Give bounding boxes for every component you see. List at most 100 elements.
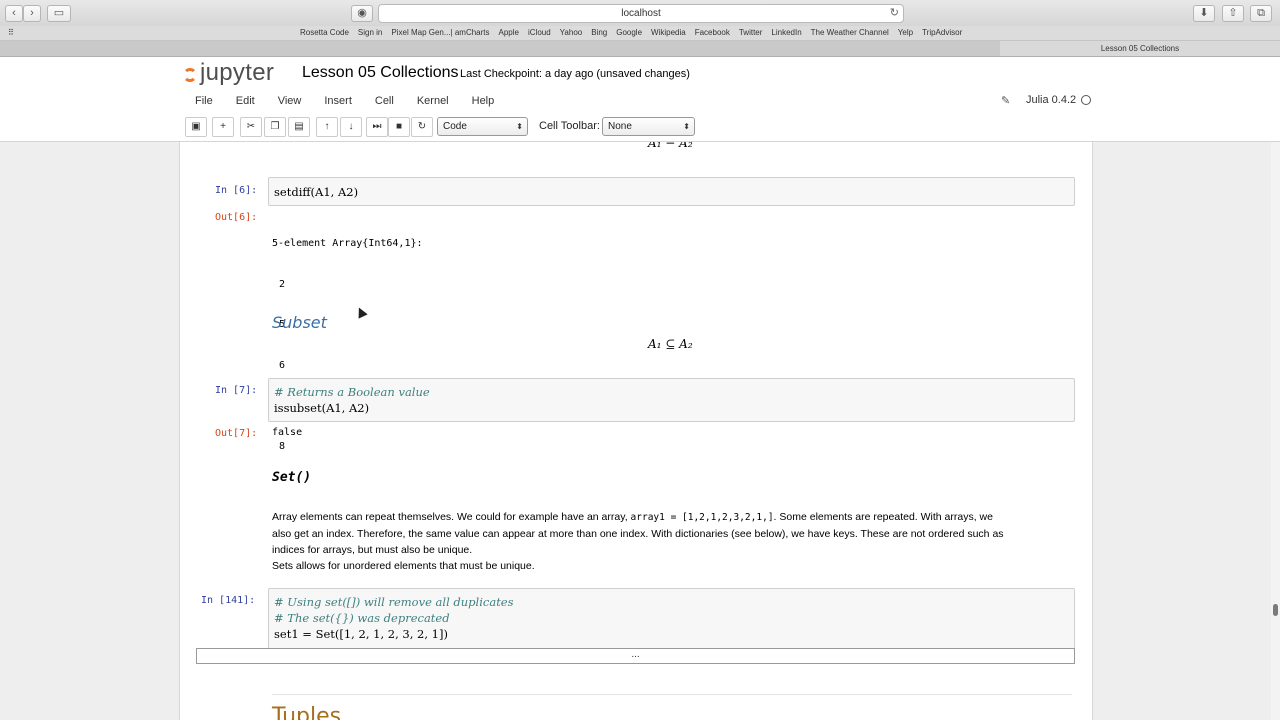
markdown-text: Array elements can repeat themselves. We… [272, 509, 1072, 574]
code-line: setdiff(A1, A2) [274, 185, 359, 199]
back-button[interactable]: ‹ [5, 5, 23, 22]
divider [272, 694, 1072, 695]
cell-type-value: Code [443, 121, 467, 132]
scroll-thumb[interactable] [1273, 604, 1278, 616]
jupyter-logo-icon [183, 68, 197, 82]
bookmark-item[interactable]: LinkedIn [771, 26, 801, 40]
jupyter-logo[interactable]: jupyter [183, 59, 274, 87]
share-icon[interactable]: ⇧ [1222, 5, 1244, 22]
bookmark-item[interactable]: The Weather Channel [811, 26, 889, 40]
heading-tuples: Tuples [272, 704, 342, 720]
text-span: Array elements can repeat themselves. We… [272, 511, 631, 523]
heading-set: Set() [272, 470, 312, 485]
output-line: 8 [279, 440, 286, 452]
menu-cell[interactable]: Cell [375, 95, 394, 107]
cut-icon[interactable]: ✂ [240, 117, 262, 137]
output-text: 5-element Array{Int64,1}: 2 5 6 7 8 [272, 210, 423, 480]
pencil-icon[interactable]: ✎ [1001, 94, 1010, 107]
reload-icon[interactable]: ↻ [890, 5, 899, 22]
bookmark-item[interactable]: Rosetta Code [300, 26, 349, 40]
bookmark-list: Rosetta Code Sign in Pixel Map Gen...| a… [300, 26, 962, 40]
bookmark-item[interactable]: Apple [499, 26, 519, 40]
menu-kernel[interactable]: Kernel [417, 95, 449, 107]
kernel-name: Julia 0.4.2 [1026, 94, 1077, 106]
select-caret-icon: ⬍ [516, 122, 523, 131]
output-collapsed-bar[interactable]: ... [196, 648, 1075, 664]
paragraph-line: also get an index. Therefore, the same v… [272, 528, 1004, 540]
code-comment: # The set({}) was deprecated [274, 611, 450, 625]
bookmark-item[interactable]: Sign in [358, 26, 382, 40]
bookmark-item[interactable]: Google [616, 26, 642, 40]
math-setdiff: A₁ − A₂ [648, 142, 693, 150]
move-up-icon[interactable]: ↑ [316, 117, 338, 137]
run-icon[interactable]: ⏭ [366, 117, 388, 137]
cell-toolbar-label: Cell Toolbar: [539, 120, 600, 132]
tabs-overview-icon[interactable]: ⧉ [1250, 5, 1272, 22]
bookmark-item[interactable]: iCloud [528, 26, 551, 40]
code-cell-input[interactable]: setdiff(A1, A2) [268, 177, 1075, 206]
move-down-icon[interactable]: ↓ [340, 117, 362, 137]
code-comment: # Using set([]) will remove all duplicat… [274, 595, 514, 609]
code-line: issubset(A1, A2) [274, 401, 370, 415]
output-prompt: Out[7]: [215, 428, 258, 439]
checkpoint-status: Last Checkpoint: a day ago (unsaved chan… [460, 68, 690, 80]
page-scrollbar[interactable] [1271, 142, 1280, 720]
cell-toolbar-value: None [608, 121, 632, 132]
cell-type-select[interactable]: Code ⬍ [437, 117, 528, 136]
menu-view[interactable]: View [278, 95, 302, 107]
kernel-status-icon [1081, 95, 1091, 105]
menu-insert[interactable]: Insert [324, 95, 352, 107]
code-comment: # Returns a Boolean value [274, 385, 430, 399]
ellipsis-text: ... [631, 649, 640, 660]
forward-button[interactable]: › [23, 5, 41, 22]
bookmark-item[interactable]: Pixel Map Gen...| amCharts [391, 26, 489, 40]
bookmark-item[interactable]: TripAdvisor [922, 26, 962, 40]
bookmarks-bar: ⠿ Rosetta Code Sign in Pixel Map Gen...|… [0, 26, 1280, 41]
output-prompt: Out[6]: [215, 212, 258, 223]
menu-file[interactable]: File [195, 95, 213, 107]
grid-icon[interactable]: ⠿ [8, 26, 14, 40]
math-subset: A₁ ⊆ A₂ [648, 337, 693, 351]
downloads-icon[interactable]: ⬇ [1193, 5, 1215, 22]
paragraph-line: indices for arrays, but must also be uni… [272, 544, 473, 556]
code-cell-input[interactable]: # Returns a Boolean value issubset(A1, A… [268, 378, 1075, 422]
bookmark-item[interactable]: Yelp [898, 26, 913, 40]
code-line: set1 = Set([1, 2, 1, 2, 3, 2, 1]) [274, 627, 448, 641]
menu-help[interactable]: Help [472, 95, 495, 107]
url-field[interactable]: localhost ↻ [378, 4, 904, 23]
restart-icon[interactable]: ↻ [411, 117, 433, 137]
bookmark-item[interactable]: Twitter [739, 26, 763, 40]
notebook-name[interactable]: Lesson 05 Collections [302, 64, 459, 82]
logo-text: jupyter [200, 59, 275, 86]
heading-subset: Subset [272, 313, 327, 332]
menubar: File Edit View Insert Cell Kernel Help [185, 90, 1095, 112]
tab-strip: Lesson 05 Collections [0, 41, 1280, 57]
text-span: . Some elements are repeated. With array… [773, 511, 993, 523]
jupyter-header: jupyter Lesson 05 Collections Last Check… [0, 57, 1280, 142]
input-prompt: In [7]: [215, 385, 258, 396]
notebook-area[interactable]: A₁ − A₂ In [6]: setdiff(A1, A2) Out[6]: … [179, 142, 1093, 720]
tab-active[interactable]: Lesson 05 Collections [1000, 41, 1280, 56]
bookmark-item[interactable]: Wikipedia [651, 26, 686, 40]
sidebar-toggle-icon[interactable]: ▭ [47, 5, 71, 22]
bookmark-item[interactable]: Yahoo [560, 26, 583, 40]
browser-titlebar: ‹ › ▭ ◉ localhost ↻ ⬇ ⇧ ⧉ [0, 0, 1280, 27]
bookmark-item[interactable]: Bing [591, 26, 607, 40]
stop-icon[interactable]: ■ [388, 117, 410, 137]
input-prompt: In [6]: [215, 185, 258, 196]
paragraph-line: Array elements can repeat themselves. We… [272, 509, 1072, 526]
paste-icon[interactable]: ▤ [288, 117, 310, 137]
code-cell-input[interactable]: # Using set([]) will remove all duplicat… [268, 588, 1075, 650]
add-cell-icon[interactable]: + [212, 117, 234, 137]
menu-edit[interactable]: Edit [236, 95, 255, 107]
bookmark-item[interactable]: Facebook [695, 26, 730, 40]
paragraph-line: Sets allows for unordered elements that … [272, 560, 535, 572]
inline-code: array1 = [1,2,1,2,3,2,1,] [630, 512, 774, 523]
copy-icon[interactable]: ❐ [264, 117, 286, 137]
select-caret-icon: ⬍ [683, 122, 690, 131]
cell-toolbar-select[interactable]: None ⬍ [602, 117, 695, 136]
output-text: false [272, 427, 303, 438]
output-line: 5-element Array{Int64,1}: [272, 238, 423, 249]
privacy-icon[interactable]: ◉ [351, 5, 373, 22]
save-icon[interactable]: ▣ [185, 117, 207, 137]
